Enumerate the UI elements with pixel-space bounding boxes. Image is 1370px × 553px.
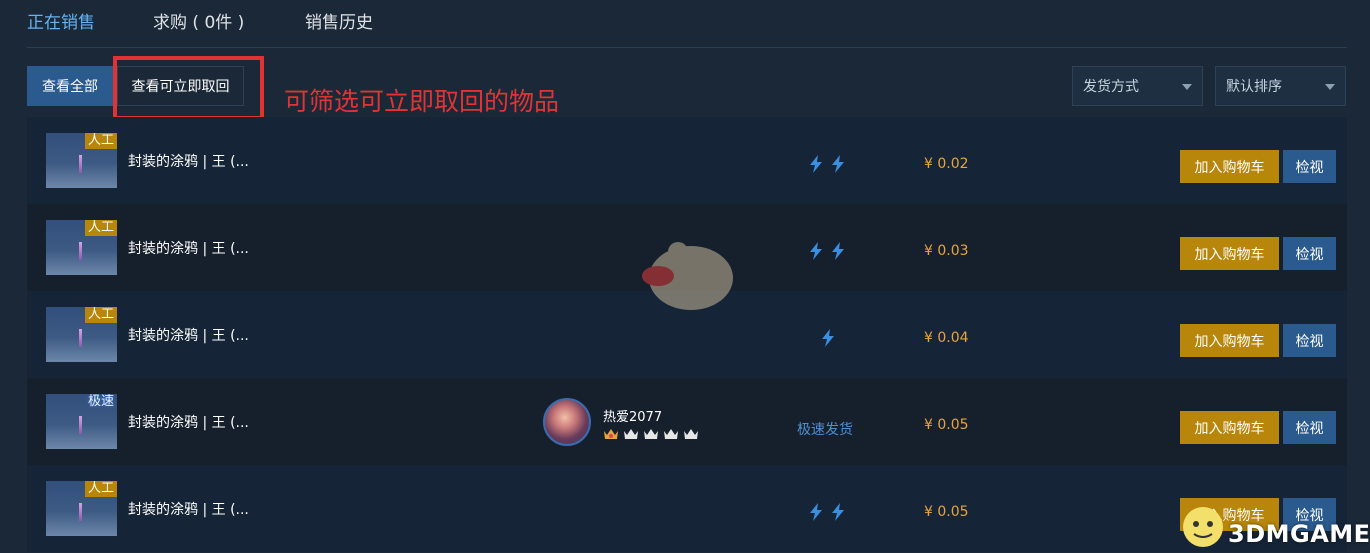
price: ¥ 0.05 <box>924 417 969 433</box>
lightning-icon <box>810 155 822 173</box>
fast-shipping-label: 极速发货 <box>797 422 853 438</box>
inspect-button[interactable]: 检视 <box>1283 150 1336 183</box>
lightning-icon <box>832 242 844 260</box>
inspect-button[interactable]: 检视 <box>1283 324 1336 357</box>
lightning-icon <box>810 503 822 521</box>
seller-name[interactable]: 热爱2077 <box>603 406 662 425</box>
manual-badge: 人工 <box>84 307 117 323</box>
lightning-icon <box>810 242 822 260</box>
price: ¥ 0.03 <box>924 243 969 259</box>
tab-bar: 正在销售 求购 ( 0件 ) 销售历史 <box>0 0 1370 48</box>
chevron-down-icon <box>1325 84 1335 90</box>
sort-order-dropdown[interactable]: 默认排序 <box>1215 66 1346 106</box>
seller-level-crowns <box>603 427 699 441</box>
php-watermark-logo <box>642 242 733 310</box>
view-all-button[interactable]: 查看全部 <box>27 66 113 106</box>
3dmgame-watermark-text: 3DMGAME <box>1228 520 1370 548</box>
add-to-cart-button[interactable]: 加入购物车 <box>1180 150 1279 183</box>
listing-row: 人工 封装的涂鸦 | 王 (... ¥ 0.02 加入购物车 检视 <box>27 117 1347 204</box>
item-name[interactable]: 封装的涂鸦 | 王 (... <box>128 151 249 171</box>
item-name[interactable]: 封装的涂鸦 | 王 (... <box>128 499 249 519</box>
annotation-highlight-box <box>113 56 264 120</box>
graffiti-item-image <box>79 416 82 434</box>
manual-badge: 人工 <box>84 481 117 497</box>
instant-delivery-icons <box>809 155 845 173</box>
graffiti-item-image <box>79 242 82 260</box>
inspect-button[interactable]: 检视 <box>1283 411 1336 444</box>
listing-row: 人工 封装的涂鸦 | 王 (... ¥ 0.05 加入购物车 检视 <box>27 465 1347 552</box>
lightning-icon <box>832 503 844 521</box>
3dmgame-watermark: 3DMGAME <box>1180 498 1370 553</box>
manual-badge: 人工 <box>84 220 117 236</box>
add-to-cart-button[interactable]: 加入购物车 <box>1180 237 1279 270</box>
graffiti-item-image <box>79 329 82 347</box>
item-name[interactable]: 封装的涂鸦 | 王 (... <box>128 412 249 432</box>
tab-on-sale[interactable]: 正在销售 <box>27 8 95 33</box>
crown-silver-icon <box>624 429 638 439</box>
chevron-down-icon <box>1182 84 1192 90</box>
instant-delivery-icons <box>809 503 845 521</box>
add-to-cart-button[interactable]: 加入购物车 <box>1180 411 1279 444</box>
lightning-icon <box>832 155 844 173</box>
shipping-method-label: 发货方式 <box>1083 79 1139 95</box>
item-thumbnail[interactable]: 人工 <box>46 133 117 188</box>
seller-avatar[interactable] <box>543 398 591 446</box>
item-name[interactable]: 封装的涂鸦 | 王 (... <box>128 325 249 345</box>
tab-buy-orders[interactable]: 求购 ( 0件 ) <box>153 8 244 33</box>
price: ¥ 0.05 <box>924 504 969 520</box>
item-thumbnail[interactable]: 人工 <box>46 481 117 536</box>
instant-delivery-icons <box>821 329 835 347</box>
sort-order-label: 默认排序 <box>1226 79 1282 95</box>
inspect-button[interactable]: 检视 <box>1283 237 1336 270</box>
graffiti-item-image <box>79 503 82 521</box>
annotation-text: 可筛选可立即取回的物品 <box>284 87 560 116</box>
item-thumbnail[interactable]: 人工 <box>46 220 117 275</box>
price: ¥ 0.02 <box>924 156 969 172</box>
instant-delivery-icons <box>809 242 845 260</box>
tab-sales-history[interactable]: 销售历史 <box>305 8 373 33</box>
graffiti-item-image <box>79 155 82 173</box>
crown-silver-icon <box>684 429 698 439</box>
shipping-method-dropdown[interactable]: 发货方式 <box>1072 66 1203 106</box>
listing-row: 极速 封装的涂鸦 | 王 (... 热爱2077 极速发货 ¥ 0.05 加入购… <box>27 378 1347 465</box>
crown-gold-icon <box>604 429 618 439</box>
item-name[interactable]: 封装的涂鸦 | 王 (... <box>128 238 249 258</box>
crown-silver-icon <box>644 429 658 439</box>
tabs-divider <box>27 47 1347 48</box>
item-thumbnail[interactable]: 人工 <box>46 307 117 362</box>
lightning-icon <box>822 329 834 347</box>
price: ¥ 0.04 <box>924 330 969 346</box>
item-thumbnail[interactable]: 极速 <box>46 394 117 449</box>
add-to-cart-button[interactable]: 加入购物车 <box>1180 324 1279 357</box>
fast-badge: 极速 <box>87 394 114 409</box>
3dm-mascot-icon <box>1183 507 1223 547</box>
crown-silver-icon <box>664 429 678 439</box>
manual-badge: 人工 <box>84 133 117 149</box>
